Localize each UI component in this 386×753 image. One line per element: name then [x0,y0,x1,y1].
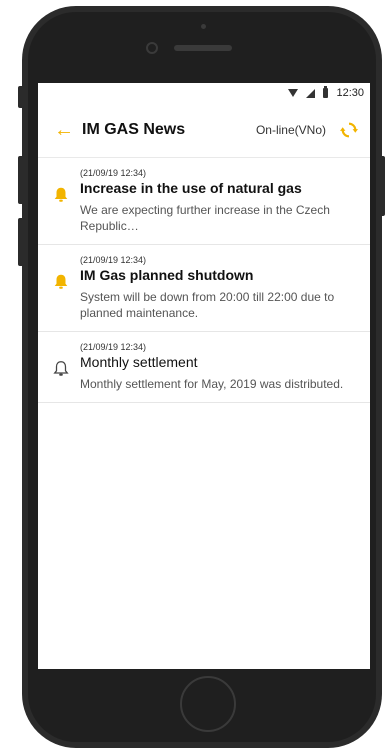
news-title: Increase in the use of natural gas [80,180,302,196]
news-title: IM Gas planned shutdown [80,267,254,283]
bell-outline-icon [53,361,69,376]
news-text: We are expecting further increase in the… [80,203,330,233]
news-text: System will be down from 20:00 till 22:0… [80,290,335,320]
front-camera [146,42,158,54]
signal-icon [306,88,316,98]
news-content: (21/09/19 12:34) Increase in the use of … [80,168,356,234]
battery-icon [323,86,329,98]
news-item[interactable]: (21/09/19 12:34) Increase in the use of … [38,158,370,245]
volume-down-button [18,218,24,266]
refresh-icon[interactable] [340,121,358,139]
status-time: 12:30 [336,87,364,99]
news-text: Monthly settlement for May, 2019 was dis… [80,377,344,391]
status-bar: 12:30 [38,83,370,103]
news-title: Monthly settlement [80,354,198,370]
app-screen: 12:30 ← IM GAS News On-line(VNo) (21/09/… [38,83,370,669]
mute-switch [18,86,24,108]
wifi-icon [288,89,299,97]
bell-filled-icon [54,187,68,202]
news-content: (21/09/19 12:34) IM Gas planned shutdown… [80,255,356,321]
back-arrow-icon[interactable]: ← [54,120,82,140]
bell-filled-icon [54,274,68,289]
connection-status: On-line(VNo) [255,123,326,137]
news-item[interactable]: (21/09/19 12:34) IM Gas planned shutdown… [38,245,370,332]
earpiece-speaker [174,45,232,51]
news-list: (21/09/19 12:34) Increase in the use of … [38,158,370,403]
proximity-sensor [201,24,206,29]
volume-up-button [18,156,24,204]
news-time: (21/09/19 12:34) [80,255,147,265]
power-button [380,156,385,216]
news-content: (21/09/19 12:34) Monthly settlement Mont… [80,342,356,392]
news-item[interactable]: (21/09/19 12:34) Monthly settlement Mont… [38,332,370,403]
news-time: (21/09/19 12:34) [80,168,147,178]
news-time: (21/09/19 12:34) [80,342,147,352]
page-title: IM GAS News [82,121,186,138]
app-bar: ← IM GAS News On-line(VNo) [38,103,370,158]
home-button[interactable] [180,676,236,732]
